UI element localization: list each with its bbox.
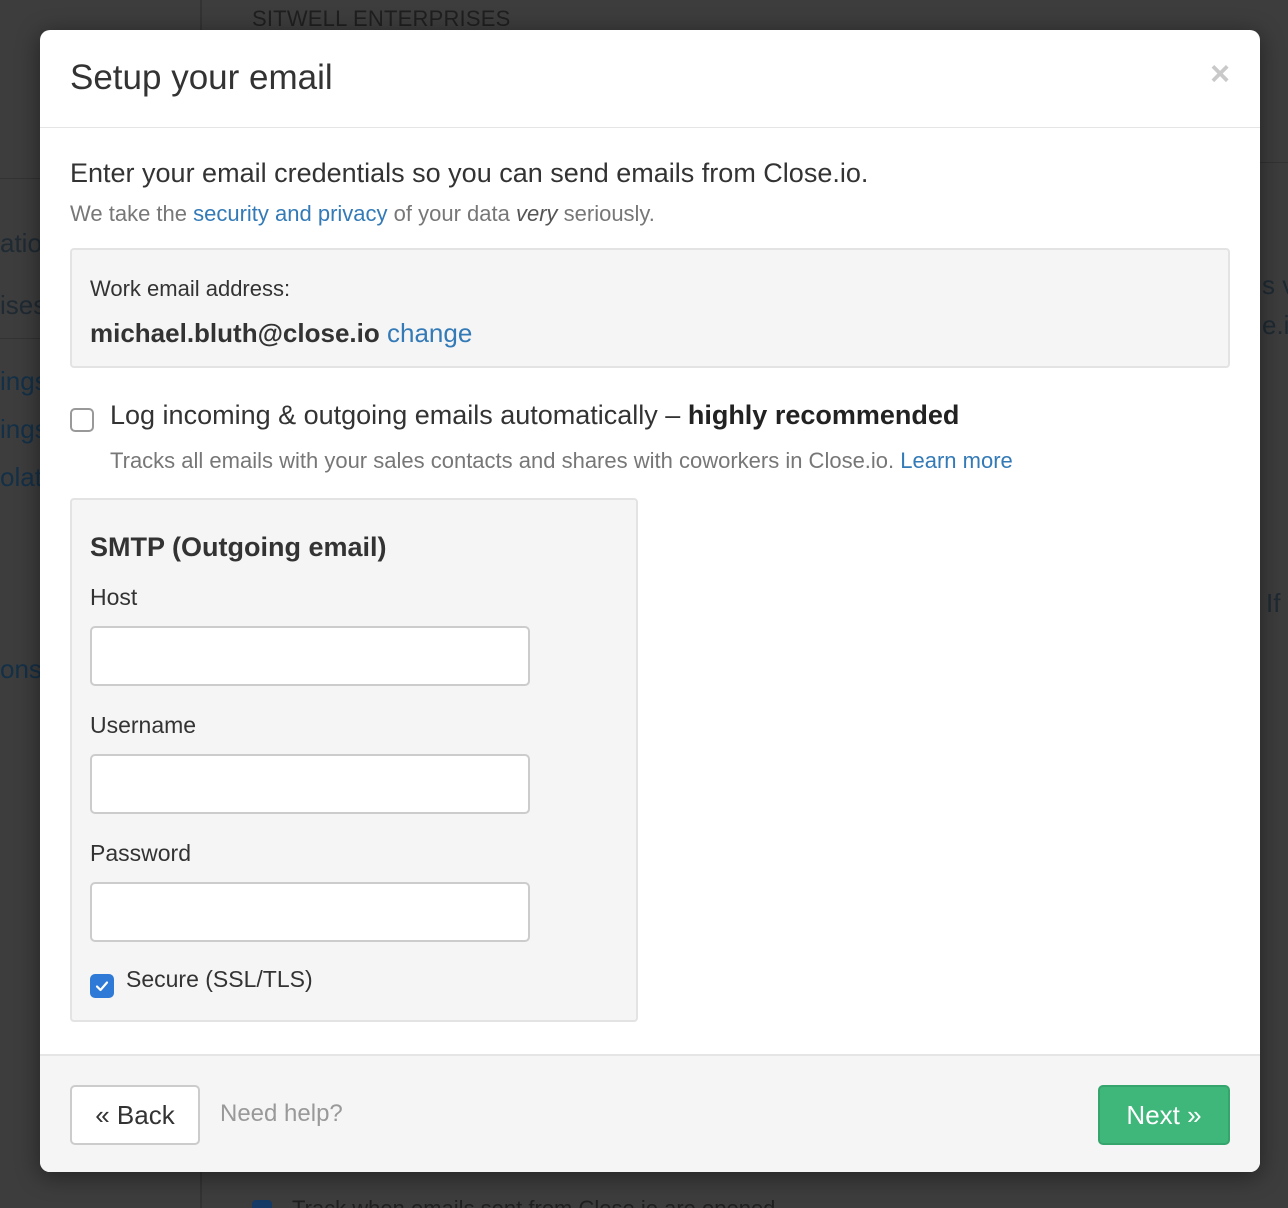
privacy-note-middle: of your data: [387, 201, 516, 226]
log-emails-description-text: Tracks all emails with your sales contac…: [110, 448, 901, 473]
back-button[interactable]: « Back: [70, 1085, 200, 1145]
background-text-fragment: If: [1266, 588, 1281, 618]
close-icon[interactable]: ×: [1210, 56, 1230, 92]
modal-header: Setup your email ×: [40, 30, 1260, 128]
need-help-link[interactable]: Need help?: [220, 1100, 343, 1128]
setup-email-modal: Setup your email × Enter your email cred…: [40, 30, 1260, 1172]
smtp-title: SMTP (Outgoing email): [90, 532, 387, 562]
change-email-link[interactable]: change: [387, 318, 472, 348]
log-emails-description: Tracks all emails with your sales contac…: [110, 448, 1013, 474]
host-input[interactable]: [90, 626, 530, 686]
background-company-name: SITWELL ENTERPRISES: [252, 6, 511, 31]
secure-ssl-checkbox[interactable]: [90, 974, 114, 998]
log-emails-label[interactable]: Log incoming & outgoing emails automatic…: [110, 400, 959, 431]
checkmark-icon: [95, 981, 109, 992]
background-option-text: Track when emails sent from Close.io are…: [292, 1196, 775, 1208]
background-link-fragment: ons: [0, 654, 42, 684]
privacy-note-prefix: We take the: [70, 201, 194, 226]
background-divider: [0, 338, 40, 339]
work-email-value: michael.bluth@close.io: [90, 318, 380, 348]
log-emails-checkbox[interactable]: [70, 408, 94, 432]
work-email-label: Work email address:: [90, 276, 291, 301]
username-label: Username: [90, 712, 197, 738]
modal-title: Setup your email: [70, 58, 333, 97]
background-divider: [1260, 162, 1288, 163]
intro-text: Enter your email credentials so you can …: [70, 158, 869, 188]
secure-ssl-label[interactable]: Secure (SSL/TLS): [126, 966, 313, 993]
privacy-note: We take the security and privacy of your…: [70, 201, 655, 227]
background-text-fragment: atio: [0, 228, 42, 258]
work-email-row: michael.bluth@close.io change: [90, 318, 472, 349]
privacy-note-emphasis: very: [515, 201, 558, 226]
smtp-settings-panel: SMTP (Outgoing email) Host Username Pass…: [70, 498, 638, 1022]
background-checkbox: [252, 1200, 272, 1208]
work-email-panel: Work email address: michael.bluth@close.…: [70, 248, 1230, 368]
background-text-fragment: e.i: [1262, 310, 1288, 340]
privacy-note-suffix: seriously.: [557, 201, 655, 226]
log-emails-label-text: Log incoming & outgoing emails automatic…: [110, 400, 688, 430]
security-privacy-link[interactable]: security and privacy: [193, 201, 387, 226]
next-button[interactable]: Next »: [1098, 1085, 1230, 1145]
host-label: Host: [90, 584, 138, 610]
log-emails-recommended: highly recommended: [687, 400, 960, 430]
background-text-fragment: s v: [1262, 270, 1288, 300]
modal-footer: « Back Need help? Next »: [40, 1054, 1260, 1172]
password-label: Password: [90, 840, 191, 866]
learn-more-link[interactable]: Learn more: [900, 448, 1013, 473]
username-input[interactable]: [90, 754, 530, 814]
password-input[interactable]: [90, 882, 530, 942]
